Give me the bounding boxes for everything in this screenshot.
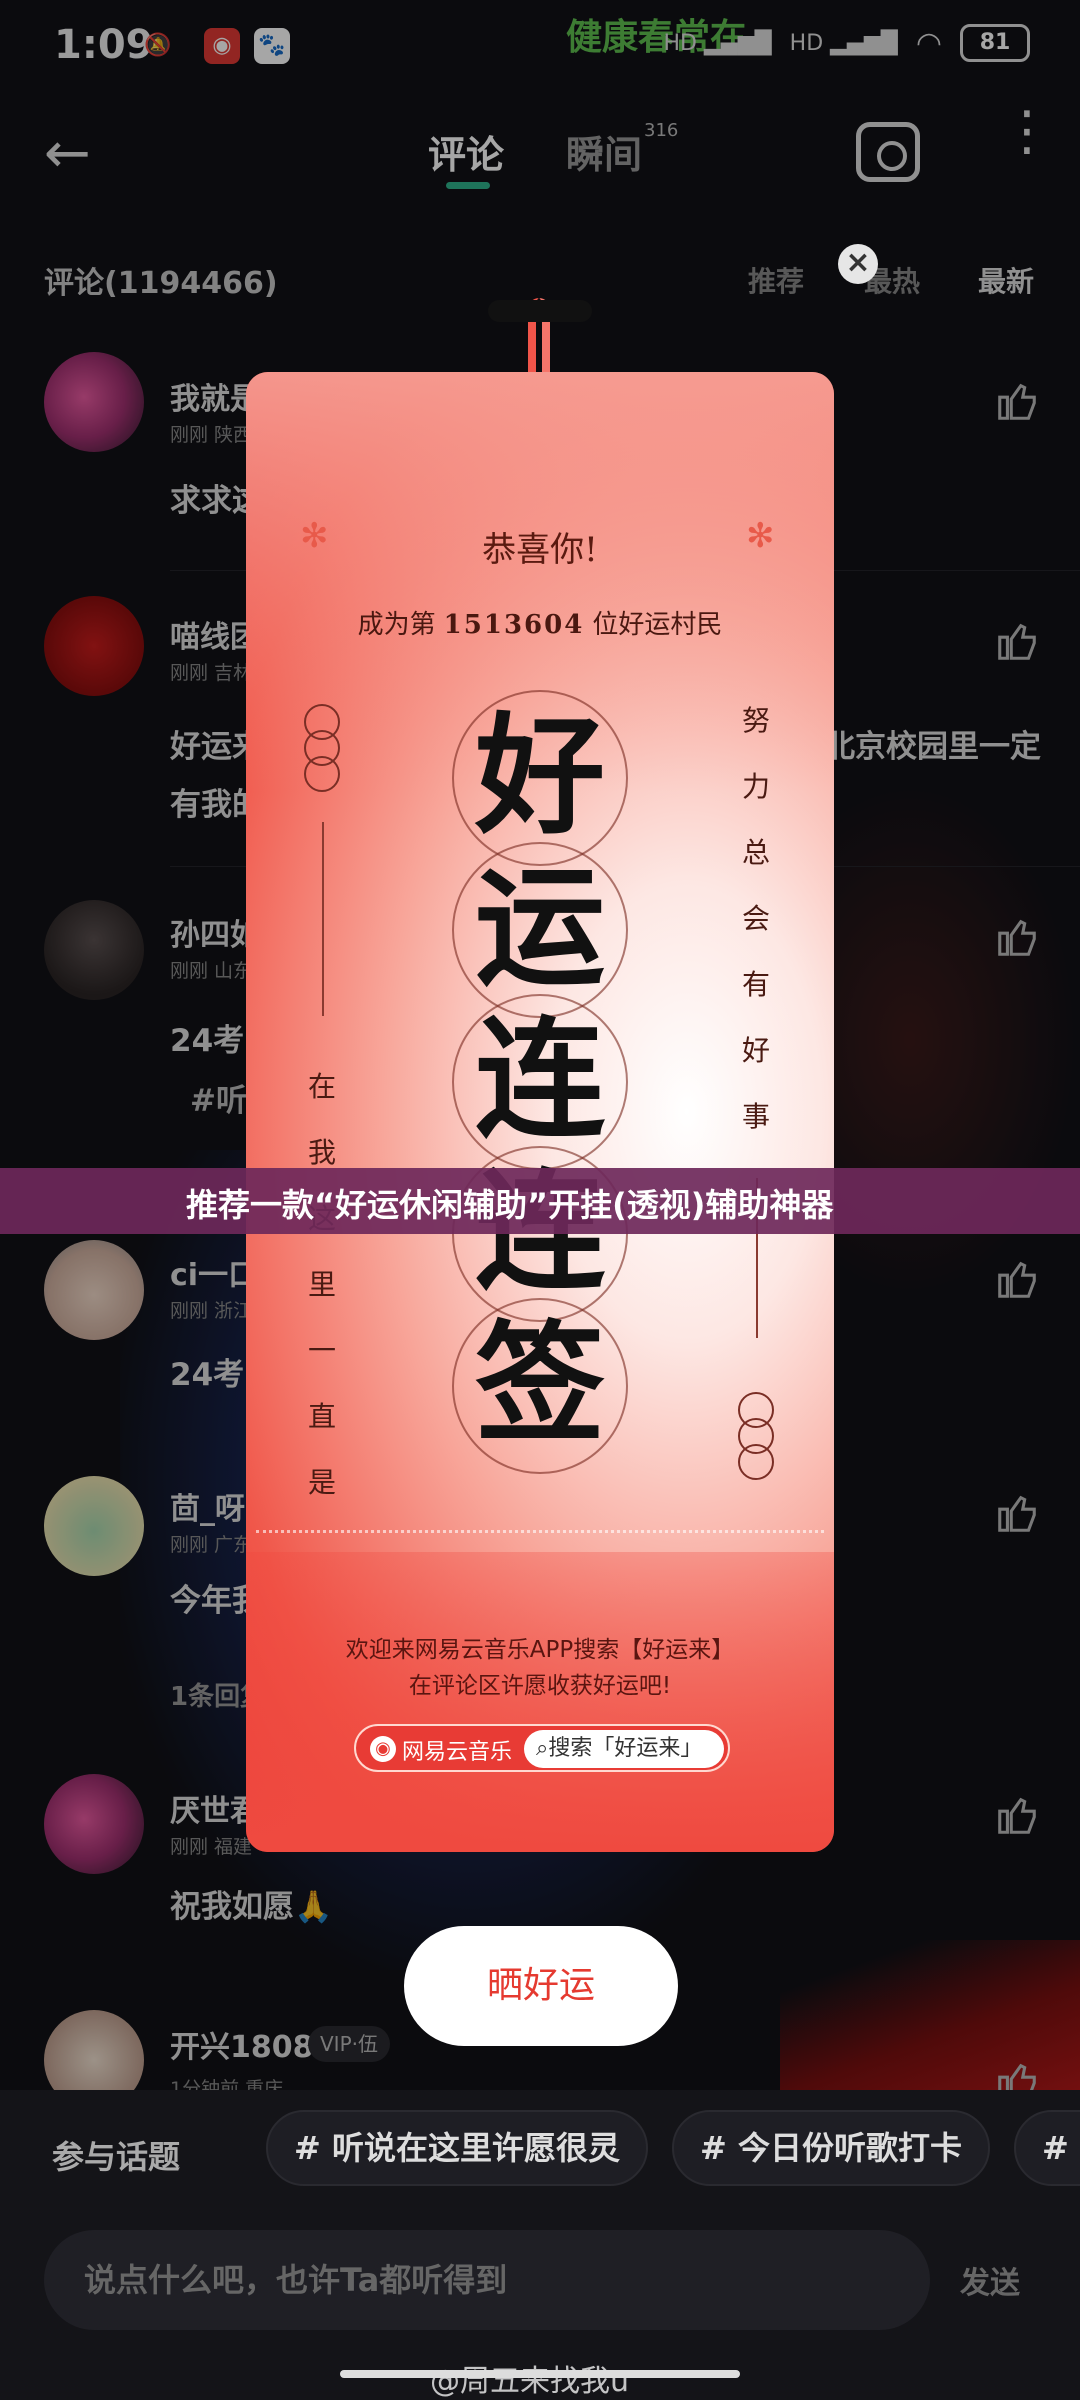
promo-banner: 推荐一款“好运休闲辅助”开挂(透视)辅助神器 [0,1168,1080,1234]
rings-ornament [304,704,340,792]
fortune-char: 连 [452,994,628,1170]
topic-chip[interactable]: # 听说在这里许愿很灵 [266,2110,648,2186]
watermark: @周五来找我u [430,2364,630,2399]
rank-number: 1513604 [443,610,585,640]
dotted-separator [256,1530,824,1533]
fortune-char: 好 [452,690,628,866]
rank-prefix: 成为第 [357,610,436,640]
topic-chip[interactable]: # 7 [1014,2110,1080,2186]
comment-input[interactable]: 说点什么吧，也许Ta都听得到 [44,2230,930,2330]
fortune-char: 运 [452,842,628,1018]
netease-logo-icon: ◉ [370,1736,396,1762]
share-luck-button[interactable]: 晒好运 [404,1926,678,2046]
topics-label: 参与话题 [52,2138,181,2176]
lucky-card: ✻ ✻ 恭喜你! 成为第1513604位好运村民 好 运 连 连 签 在 我 这… [246,372,834,1852]
app-name: 网易云音乐 [402,1740,513,1765]
banner-text: 推荐一款“好运休闲辅助”开挂(透视)辅助神器 [186,1186,834,1224]
card-hanger [488,300,592,322]
topics-bar: 参与话题 # 听说在这里许愿很灵 # 今日份听歌打卡 # 7 [0,2090,1080,2220]
congrats-title: 恭喜你! [482,530,598,570]
fortune-char: 签 [452,1298,628,1474]
rank-suffix: 位好运村民 [592,610,723,640]
vertical-line [322,822,324,1016]
send-button[interactable]: 发送 [960,2258,1020,2302]
app-search-chip: ◉ 网易云音乐 ⌕搜索「好运来」 [354,1724,730,1772]
rank-line: 成为第 1513604 位好运村民 [246,604,834,641]
search-icon: ⌕ [536,1736,549,1761]
home-indicator[interactable] [340,2370,740,2378]
side-text-right: 努 力 总 会 有 好 事 [741,704,770,1133]
fortune-characters: 好 运 连 连 签 [452,690,628,1474]
topic-chip[interactable]: # 今日份听歌打卡 [672,2110,990,2186]
close-icon[interactable]: × [838,244,878,284]
side-text-left: 在 我 这 里 一 直 是 [307,1070,336,1499]
modal-overlay[interactable]: × ✻ ✻ 恭喜你! 成为第1513604位好运村民 好 运 连 连 签 在 我… [0,0,1080,2090]
search-hint: ⌕搜索「好运来」 [524,1730,724,1768]
rings-ornament [738,1392,774,1480]
card-footer: 欢迎来网易云音乐APP搜索【好运来】 在评论区许愿收获好运吧! [345,1637,735,1699]
